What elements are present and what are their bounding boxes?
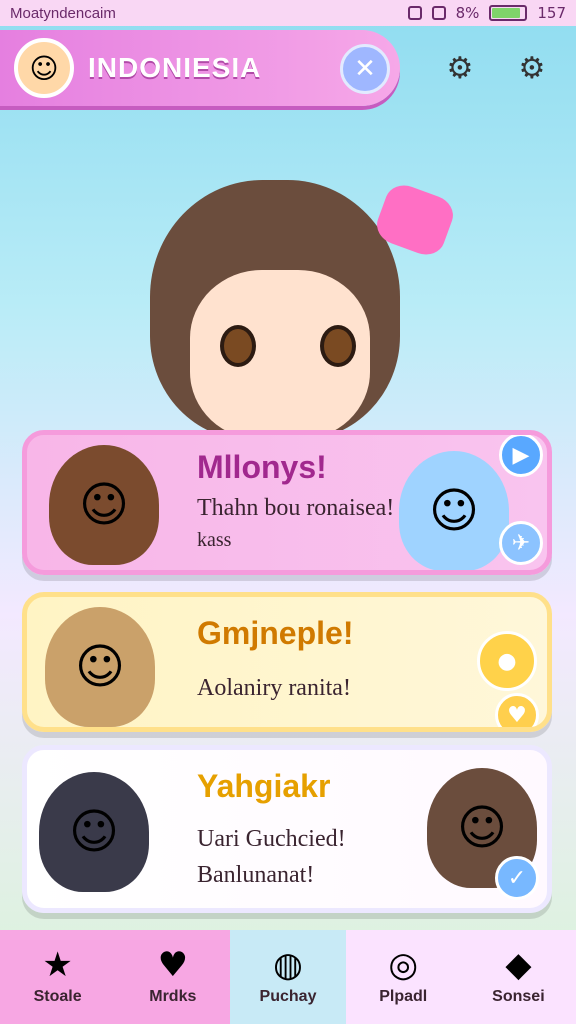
- sparkle-icon: ✕: [354, 54, 376, 84]
- settings-icon: ⚙: [518, 50, 546, 86]
- balloon-icon: ●: [497, 648, 517, 674]
- heart-button[interactable]: ♥: [495, 693, 539, 728]
- page-title: INDONIESIA: [88, 52, 262, 83]
- nav-label: Stoale: [33, 988, 82, 1005]
- nav-item-mrdks[interactable]: ♥ Mrdks: [115, 930, 231, 1024]
- carrier-label: Moatyndencaim: [10, 4, 116, 22]
- cute-face-icon: ☺: [29, 51, 59, 85]
- bottom-nav: ★ Stoale ♥ Mrdks ◍ Puchay ◎ Plpadl ◆ Son…: [0, 930, 576, 1024]
- character-avatar: ☺: [39, 772, 149, 892]
- battery-icon: [489, 5, 528, 21]
- card-mllonys[interactable]: ☺ Mllonys! Thahn bou ronaisea! kass ☺ ▶ …: [22, 430, 552, 575]
- gear-icon: ⚙: [446, 50, 474, 86]
- character-avatar: ☺: [45, 607, 155, 727]
- nav-label: Plpadl: [379, 988, 428, 1005]
- settings-button[interactable]: ⚙: [512, 48, 552, 88]
- character-avatar: ☺: [399, 451, 509, 570]
- app-header: ☺ INDONIESIA ✕: [0, 30, 400, 106]
- nav-item-plpadl[interactable]: ◎ Plpadl: [345, 930, 461, 1024]
- card-line: Banlunanat!: [197, 862, 315, 888]
- card-yahgiakr[interactable]: ☺ Yahgiakr Uari Guchcied! Banlunanat! ☺ …: [22, 745, 552, 913]
- nav-label: Puchay: [259, 988, 317, 1005]
- status-bar: Moatyndencaim 8% 157: [0, 0, 576, 26]
- hero-illustration: [110, 120, 470, 450]
- network-icon: [407, 6, 422, 20]
- card-line: Thahn bou ronaisea!: [197, 495, 395, 521]
- heart-icon: ♥: [507, 702, 527, 728]
- character-avatar: ☺: [49, 445, 159, 565]
- card-gmjneple[interactable]: ☺ Gmjneple! Aolaniry ranita! ● ♥: [22, 592, 552, 732]
- status-icons: 8% 157: [407, 4, 566, 22]
- card-title: Gmjneple!: [197, 615, 354, 651]
- heart-icon: ♥: [157, 945, 189, 985]
- card-line: Aolaniry ranita!: [197, 675, 351, 701]
- gear-button[interactable]: ⚙: [440, 48, 480, 88]
- confirm-button[interactable]: ✓: [495, 856, 539, 900]
- share-button[interactable]: ✈: [499, 521, 543, 565]
- gem-icon: ◆: [505, 945, 532, 985]
- nav-label: Sonsei: [492, 988, 545, 1005]
- card-line: Uari Guchcied!: [197, 826, 346, 852]
- card-title: Yahgiakr: [197, 768, 331, 804]
- balloon-button[interactable]: ●: [477, 631, 537, 691]
- hero-eye-left: [220, 325, 256, 367]
- signal-icon: [431, 6, 446, 20]
- nav-label: Mrdks: [149, 988, 197, 1005]
- nav-item-puchay[interactable]: ◍ Puchay: [230, 930, 346, 1024]
- nav-item-sonsei[interactable]: ◆ Sonsei: [460, 930, 576, 1024]
- nav-item-stoale[interactable]: ★ Stoale: [0, 930, 116, 1024]
- bubble-icon: ◍: [273, 945, 303, 985]
- card-line: kass: [197, 529, 232, 551]
- avatar[interactable]: ☺: [14, 38, 74, 98]
- sparkle-button[interactable]: ✕: [340, 44, 390, 94]
- star-icon: ★: [42, 945, 73, 985]
- plane-icon: ✈: [511, 530, 531, 556]
- play-button[interactable]: ▶: [499, 435, 543, 477]
- ring-icon: ◎: [388, 945, 419, 985]
- play-icon: ▶: [512, 442, 530, 468]
- check-icon: ✓: [507, 865, 527, 891]
- hero-eye-right: [320, 325, 356, 367]
- battery-fill: [492, 8, 520, 18]
- status-time: 157: [537, 4, 566, 22]
- card-title: Mllonys!: [197, 449, 327, 485]
- battery-percent: 8%: [455, 4, 480, 22]
